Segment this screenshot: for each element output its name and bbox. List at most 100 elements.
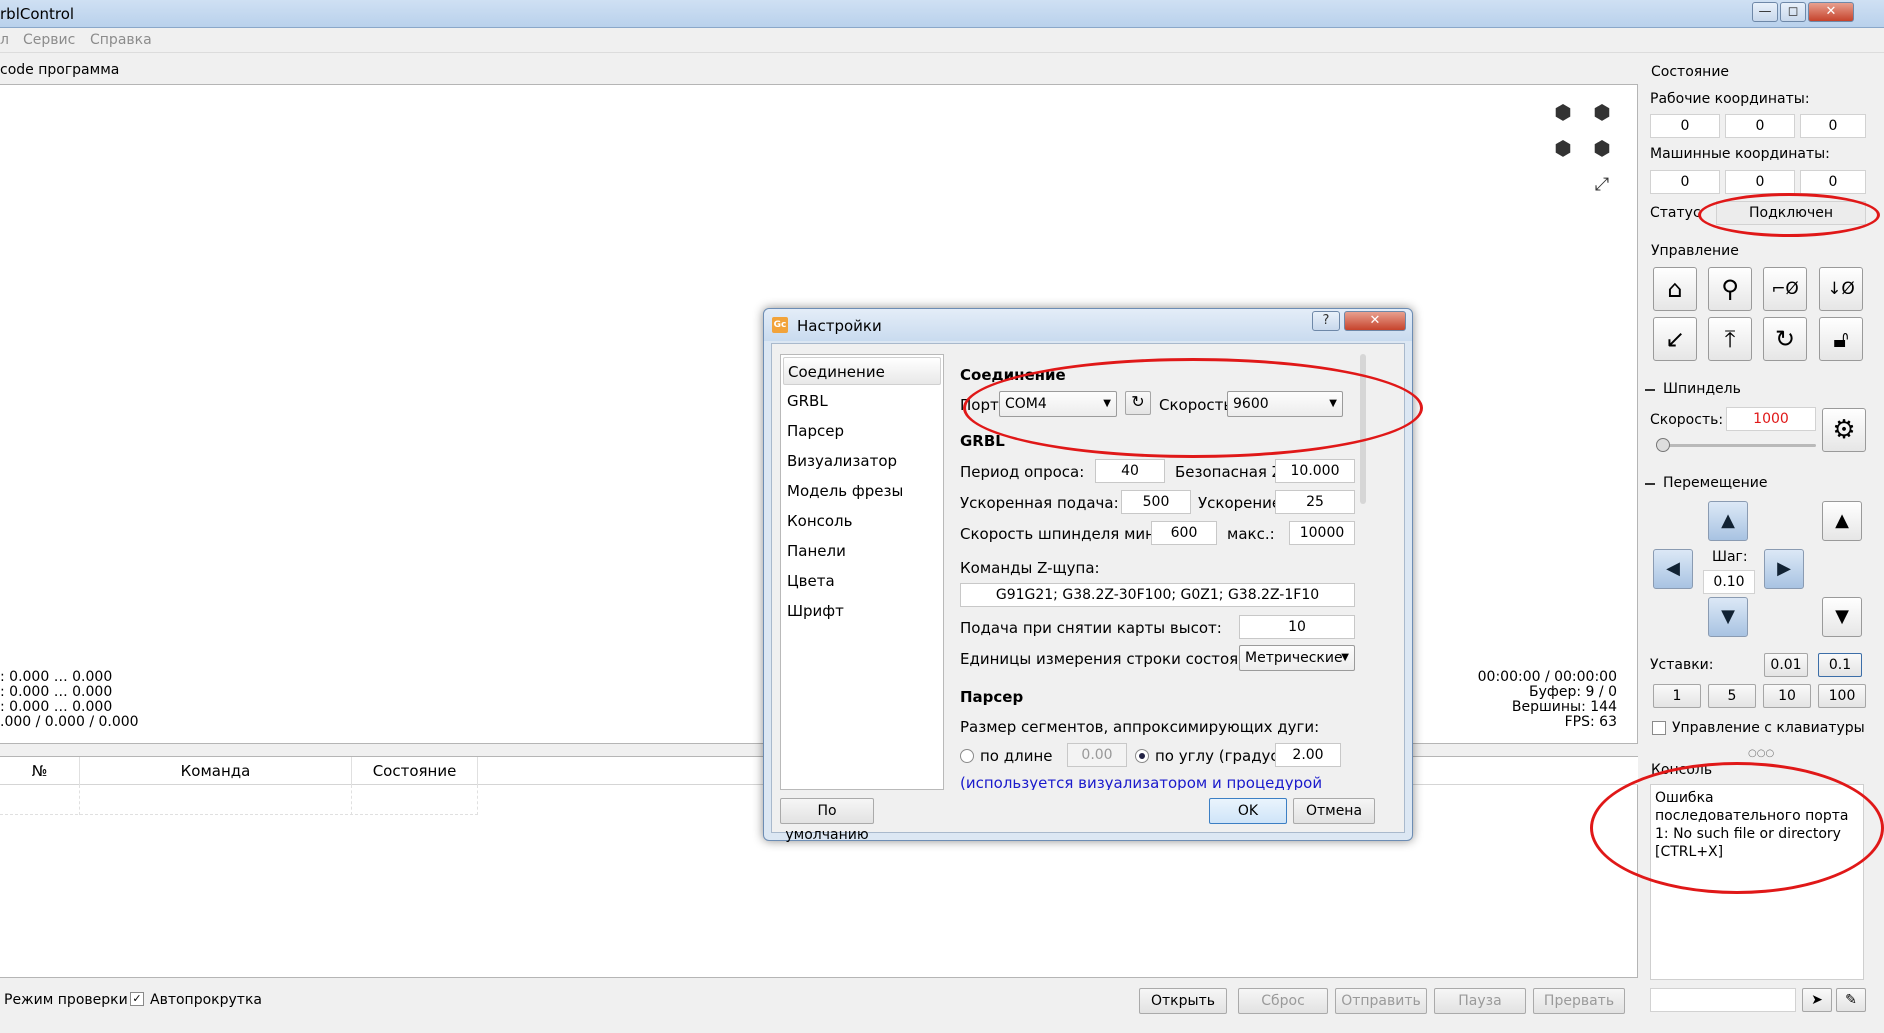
send-command-icon[interactable]: ➤ — [1802, 988, 1832, 1012]
accel-field[interactable]: 25 — [1275, 490, 1355, 514]
probe-label: Команды Z-щупа: — [960, 559, 1100, 577]
zero-z-icon[interactable]: ↓Ø — [1819, 267, 1863, 311]
dialog-close-button[interactable]: ✕ — [1344, 311, 1406, 331]
abort-button[interactable]: Прервать — [1533, 988, 1625, 1014]
settings-nav: Соединение GRBL Парсер Визуализатор Моде… — [780, 354, 944, 790]
col-state[interactable]: Состояние — [352, 757, 478, 785]
jog-collapse-icon[interactable] — [1645, 483, 1655, 485]
status-label: Статус — [1650, 205, 1701, 221]
stats-overlay: 00:00:00 / 00:00:00 Буфер: 9 / 0 Вершины… — [1478, 670, 1617, 730]
nav-grbl[interactable]: GRBL — [783, 387, 941, 415]
spindle-speed-value[interactable]: 1000 — [1726, 407, 1816, 431]
ok-button[interactable]: OK — [1209, 798, 1287, 824]
nav-colors[interactable]: Цвета — [783, 567, 941, 595]
view-left-icon[interactable]: ⬢ — [1589, 135, 1615, 161]
nav-tool-model[interactable]: Модель фрезы — [783, 477, 941, 505]
by-angle-label[interactable]: по углу (градус) — [1155, 747, 1285, 765]
jog-x-minus-icon[interactable]: ◀ — [1653, 549, 1693, 589]
rapid-field[interactable]: 500 — [1121, 490, 1191, 514]
preset-0-1-button[interactable]: 0.1 — [1818, 653, 1862, 677]
spindle-slider-handle[interactable] — [1656, 438, 1670, 452]
nav-panels[interactable]: Панели — [783, 537, 941, 565]
col-number[interactable]: № — [0, 757, 80, 785]
jog-y-minus-icon[interactable]: ▼ — [1708, 597, 1748, 637]
dialog-help-button[interactable]: ? — [1312, 311, 1340, 331]
window-title: rblControl — [0, 5, 75, 23]
spindle-max-field[interactable]: 10000 — [1289, 521, 1355, 545]
nav-font[interactable]: Шрифт — [783, 597, 941, 625]
maximize-button[interactable]: ◻ — [1780, 2, 1806, 22]
by-angle-field[interactable]: 2.00 — [1275, 743, 1341, 767]
unlock-icon[interactable]: 🔓︎ — [1819, 317, 1863, 361]
menu-file[interactable]: л — [0, 32, 9, 48]
control-title: Управление — [1651, 243, 1739, 259]
zero-xy-icon[interactable]: ⌐Ø — [1763, 267, 1807, 311]
by-length-label[interactable]: по длине — [980, 747, 1053, 765]
clear-console-icon[interactable]: ✎ — [1836, 988, 1866, 1012]
by-length-field[interactable]: 0.00 — [1067, 743, 1127, 767]
step-value[interactable]: 0.10 — [1703, 570, 1755, 594]
view-front-icon[interactable]: ⬢ — [1550, 135, 1576, 161]
nav-connection[interactable]: Соединение — [783, 357, 941, 385]
by-angle-radio[interactable] — [1135, 749, 1149, 763]
spindle-slider-track[interactable] — [1656, 444, 1816, 447]
autoscroll-checkbox[interactable]: ✓ — [130, 992, 144, 1006]
heightmap-feed-field[interactable]: 10 — [1239, 615, 1355, 639]
nav-visualizer[interactable]: Визуализатор — [783, 447, 941, 475]
nav-parser[interactable]: Парсер — [783, 417, 941, 445]
home-icon[interactable]: ⌂ — [1653, 267, 1697, 311]
jog-z-plus-icon[interactable]: ▲ — [1822, 501, 1862, 541]
minimize-button[interactable]: — — [1752, 2, 1778, 22]
jog-y-plus-icon[interactable]: ▲ — [1708, 501, 1748, 541]
autoscroll-label[interactable]: Автопрокрутка — [150, 992, 262, 1008]
reset-button[interactable]: Сброс — [1238, 988, 1328, 1014]
close-button[interactable]: ✕ — [1808, 2, 1854, 22]
return-xy-icon[interactable]: ↙ — [1653, 317, 1697, 361]
spindle-on-icon[interactable]: ⚙ — [1822, 408, 1866, 452]
cancel-button[interactable]: Отмена — [1293, 798, 1375, 824]
jog-z-minus-icon[interactable]: ▼ — [1822, 597, 1862, 637]
nav-console[interactable]: Консоль — [783, 507, 941, 535]
fit-view-icon[interactable]: ⤢ — [1589, 172, 1615, 198]
time-readout: 00:00:00 / 00:00:00 — [1477, 669, 1617, 685]
units-select[interactable]: Метрические ▼ — [1239, 645, 1355, 671]
spindle-speed-label: Скорость: — [1650, 412, 1724, 428]
preset-0-01-button[interactable]: 0.01 — [1764, 653, 1808, 677]
safe-z-field[interactable]: 10.000 — [1275, 459, 1355, 483]
jog-x-plus-icon[interactable]: ▶ — [1764, 549, 1804, 589]
console-command-input[interactable] — [1650, 988, 1796, 1012]
col-command[interactable]: Команда — [80, 757, 352, 785]
send-button[interactable]: Отправить — [1335, 988, 1427, 1014]
accel-label: Ускорение: — [1198, 494, 1287, 512]
safe-position-icon[interactable]: ⤒ — [1708, 317, 1752, 361]
splitter-handle[interactable]: ○○○ — [1748, 748, 1774, 759]
preset-5-button[interactable]: 5 — [1708, 684, 1756, 708]
open-button[interactable]: Открыть — [1139, 988, 1227, 1014]
defaults-button[interactable]: По умолчанию — [780, 798, 874, 843]
check-mode-label[interactable]: Режим проверки — [4, 992, 128, 1008]
connection-annotation — [963, 358, 1423, 458]
poll-field[interactable]: 40 — [1095, 459, 1165, 483]
reset-icon[interactable]: ↻ — [1763, 317, 1807, 361]
probe-field[interactable]: G91G21; G38.2Z-30F100; G0Z1; G38.2Z-1F10 — [960, 583, 1355, 607]
pause-button[interactable]: Пауза — [1434, 988, 1526, 1014]
view-top-icon[interactable]: ⬢ — [1589, 99, 1615, 125]
machine-coords-label: Машинные координаты: — [1650, 146, 1830, 162]
spindle-min-field[interactable]: 600 — [1151, 521, 1217, 545]
preset-100-button[interactable]: 100 — [1818, 684, 1866, 708]
vertices-readout: Вершины: 144 — [1511, 699, 1617, 715]
probe-z-icon[interactable]: ⚲ — [1708, 267, 1752, 311]
by-length-radio[interactable] — [960, 749, 974, 763]
preset-1-button[interactable]: 1 — [1653, 684, 1701, 708]
keyboard-control-label[interactable]: Управление с клавиатуры — [1672, 720, 1865, 736]
table-row[interactable] — [0, 785, 478, 815]
dialog-titlebar: Gc Настройки ? ✕ — [764, 309, 1412, 341]
jog-title: Перемещение — [1663, 475, 1768, 491]
view-isometric-icon[interactable]: ⬢ — [1550, 99, 1576, 125]
preset-10-button[interactable]: 10 — [1763, 684, 1811, 708]
spindle-collapse-icon[interactable] — [1645, 389, 1655, 391]
segments-label: Размер сегментов, аппроксимирующих дуги: — [960, 718, 1320, 736]
keyboard-control-checkbox[interactable] — [1652, 721, 1666, 735]
menu-help[interactable]: Справка — [90, 32, 152, 48]
menu-service[interactable]: Сервис — [23, 32, 75, 48]
